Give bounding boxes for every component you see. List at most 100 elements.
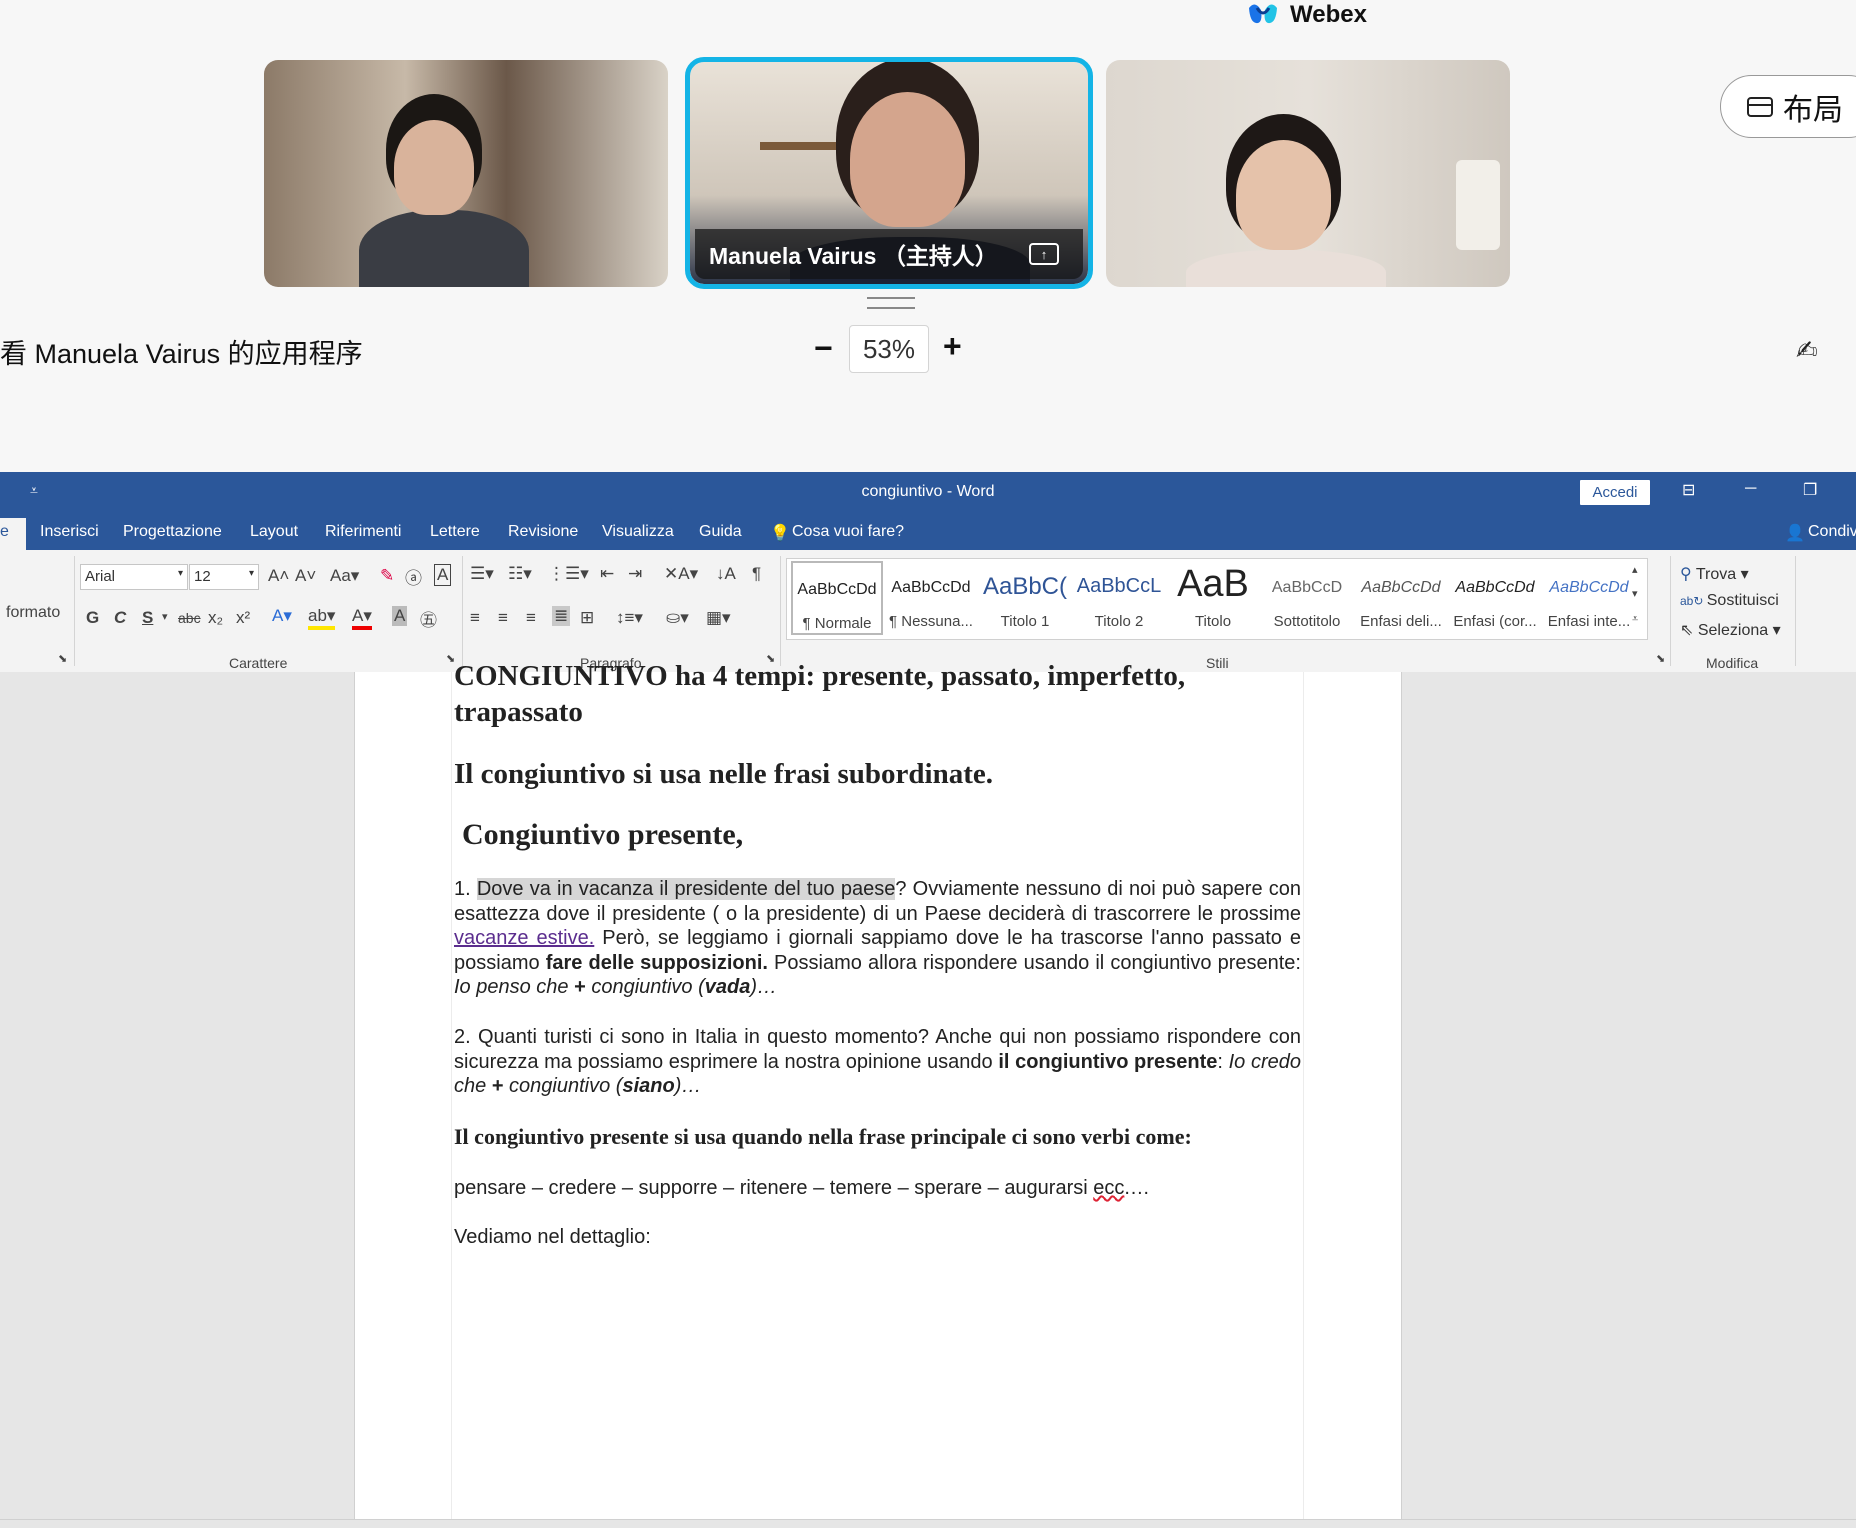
subscript-icon[interactable]: x₂ bbox=[208, 608, 223, 628]
video-tile-participant-1[interactable] bbox=[264, 60, 668, 287]
tab-progettazione[interactable]: Progettazione bbox=[123, 523, 222, 541]
style-enfasi-corsivo[interactable]: AaBbCcDd Enfasi (cor... bbox=[1449, 561, 1541, 635]
font-name-field[interactable]: Arial ▾ bbox=[80, 564, 188, 590]
style-normale[interactable]: AaBbCcDd ¶ Normale bbox=[791, 561, 883, 635]
ribbon-display-options-icon[interactable]: ⊟ bbox=[1682, 480, 1695, 500]
tab-visualizza[interactable]: Visualizza bbox=[602, 523, 674, 541]
phonetic-guide-icon[interactable]: ⓐ bbox=[405, 564, 422, 589]
heading-tempi: CONGIUNTIVO ha 4 tempi: presente, passat… bbox=[454, 658, 1254, 730]
asian-layout-icon[interactable]: ✕A▾ bbox=[664, 564, 698, 584]
shrink-font-icon[interactable]: A˅ bbox=[295, 566, 316, 586]
style-enfasi-delicata[interactable]: AaBbCcDd Enfasi deli... bbox=[1355, 561, 1447, 635]
superscript-icon[interactable]: x² bbox=[236, 608, 250, 628]
video-tile-host[interactable]: Manuela Vairus （主持人） ↑ bbox=[685, 57, 1093, 289]
style-titolo-2[interactable]: AaBbCcL Titolo 2 bbox=[1073, 561, 1165, 635]
tab-revisione[interactable]: Revisione bbox=[508, 523, 578, 541]
italic-text-run: congiuntivo ( bbox=[585, 976, 705, 999]
share-person-icon: 👤 bbox=[1785, 525, 1805, 542]
sharing-app-label: 看 Manuela Vairus 的应用程序 bbox=[0, 339, 363, 369]
change-case-icon[interactable]: Aa▾ bbox=[330, 566, 359, 586]
participant-3-face bbox=[1236, 140, 1331, 250]
participant-1-face bbox=[394, 120, 474, 215]
group-separator bbox=[780, 556, 781, 666]
highlight-color-icon[interactable]: ab▾ bbox=[308, 606, 336, 630]
styles-scroll-down-icon[interactable]: ▾ bbox=[1632, 587, 1638, 600]
select-button[interactable]: ⇖ Seleziona ▾ bbox=[1680, 620, 1781, 640]
shading-icon[interactable]: ⛀▾ bbox=[666, 608, 689, 628]
share-button[interactable]: Condiv bbox=[1808, 523, 1856, 541]
tell-me-search[interactable]: Cosa vuoi fare? bbox=[792, 523, 904, 541]
clipboard-launcher-icon[interactable]: ⬊ bbox=[58, 652, 67, 665]
tab-inserisci[interactable]: Inserisci bbox=[40, 523, 99, 541]
align-left-icon[interactable]: ≡ bbox=[470, 608, 480, 628]
styles-scroll-up-icon[interactable]: ▴ bbox=[1632, 563, 1638, 576]
increase-indent-icon[interactable]: ⇥ bbox=[628, 564, 642, 584]
styles-dialog-launcher-icon[interactable]: ⬊ bbox=[1656, 652, 1665, 665]
zoom-in-button[interactable]: + bbox=[943, 328, 962, 365]
zoom-level-field[interactable]: 53% bbox=[849, 325, 929, 373]
document-canvas[interactable]: CONGIUNTIVO ha 4 tempi: presente, passat… bbox=[0, 660, 1856, 1528]
participant-3-figure bbox=[1186, 250, 1386, 287]
borders-icon[interactable]: ▦▾ bbox=[706, 608, 731, 628]
line-spacing-icon[interactable]: ↕≡▾ bbox=[616, 608, 643, 628]
annotate-pen-icon[interactable]: ✍ bbox=[1796, 335, 1818, 366]
layout-button[interactable]: 布局 bbox=[1720, 75, 1856, 138]
video-tile-participant-3[interactable] bbox=[1106, 60, 1510, 287]
style-titolo-1[interactable]: AaBbC( Titolo 1 bbox=[979, 561, 1071, 635]
text-effects-icon[interactable]: A▾ bbox=[272, 606, 292, 626]
style-sottotitolo[interactable]: AaBbCcD Sottotitolo bbox=[1261, 561, 1353, 635]
tab-riferimenti[interactable]: Riferimenti bbox=[325, 523, 401, 541]
align-right-icon[interactable]: ≡ bbox=[526, 608, 536, 628]
style-name: ¶ Normale bbox=[802, 615, 872, 632]
strikethrough-icon[interactable]: abc bbox=[178, 610, 201, 626]
document-page[interactable]: CONGIUNTIVO ha 4 tempi: presente, passat… bbox=[354, 660, 1402, 1528]
chevron-down-icon[interactable]: ▾ bbox=[162, 610, 168, 623]
minimize-icon[interactable]: ─ bbox=[1745, 480, 1756, 498]
bullets-icon[interactable]: ☰▾ bbox=[470, 564, 494, 584]
numbering-icon[interactable]: ☷▾ bbox=[508, 564, 532, 584]
replace-button[interactable]: ab↻ Sostituisci bbox=[1680, 592, 1779, 610]
format-painter-label[interactable]: formato bbox=[6, 604, 60, 622]
decrease-indent-icon[interactable]: ⇤ bbox=[600, 564, 614, 584]
font-color-icon[interactable]: A▾ bbox=[352, 606, 372, 630]
sort-icon[interactable]: ↓A bbox=[716, 564, 736, 584]
hyperlink-vacanze-estive[interactable]: vacanze estive. bbox=[454, 927, 594, 949]
style-nessuna[interactable]: AaBbCcDd ¶ Nessuna... bbox=[885, 561, 977, 635]
tab-layout[interactable]: Layout bbox=[250, 523, 298, 541]
align-center-icon[interactable]: ≡ bbox=[498, 608, 508, 628]
character-border-icon[interactable]: A bbox=[434, 564, 452, 586]
multilevel-list-icon[interactable]: ⋮☰▾ bbox=[548, 564, 589, 584]
restore-icon[interactable]: ❐ bbox=[1803, 480, 1817, 500]
justify-icon[interactable]: ≣ bbox=[552, 606, 571, 626]
bold-button[interactable]: G bbox=[86, 608, 99, 628]
filmstrip-resize-handle[interactable] bbox=[867, 297, 915, 309]
styles-more-icon[interactable]: ⩡ bbox=[1632, 613, 1638, 626]
zoom-out-button[interactable]: − bbox=[814, 330, 833, 367]
cursor-arrow-icon: ⇖ bbox=[1680, 622, 1698, 639]
distributed-icon[interactable]: ⊞ bbox=[580, 608, 594, 628]
italic-button[interactable]: C bbox=[114, 608, 126, 628]
replace-icon: ab↻ bbox=[1680, 594, 1707, 608]
show-marks-icon[interactable]: ¶ bbox=[752, 564, 761, 584]
find-button[interactable]: ⚲ Trova ▾ bbox=[1680, 564, 1749, 584]
character-shading-icon[interactable]: A bbox=[392, 606, 408, 626]
heading-tempi-line2: trapassato bbox=[454, 696, 583, 728]
clear-formatting-icon[interactable]: ✎ bbox=[380, 566, 394, 586]
tab-lettere[interactable]: Lettere bbox=[430, 523, 480, 541]
style-enfasi-intensa[interactable]: AaBbCcDd Enfasi inte... bbox=[1543, 561, 1635, 635]
grow-font-icon[interactable]: A˄ bbox=[268, 566, 289, 586]
enclose-characters-icon[interactable]: ㊄ bbox=[420, 606, 437, 631]
heading-tempi-line1: CONGIUNTIVO ha 4 tempi: presente, passat… bbox=[454, 660, 1186, 692]
shared-word-window: ⩡ congiuntivo - Word Accedi ⊟ ─ ❐ e Inse… bbox=[0, 472, 1856, 1528]
underline-button[interactable]: S bbox=[142, 608, 153, 628]
style-titolo[interactable]: AaB Titolo bbox=[1167, 561, 1259, 635]
font-size-field[interactable]: 12 ▾ bbox=[189, 564, 259, 590]
spellcheck-flagged-word[interactable]: ecc bbox=[1093, 1177, 1124, 1199]
sign-in-button[interactable]: Accedi bbox=[1580, 480, 1650, 505]
heading-subordinate: Il congiuntivo si usa nelle frasi subord… bbox=[454, 758, 993, 790]
style-preview: AaB bbox=[1177, 563, 1249, 605]
tab-home-partial[interactable]: e bbox=[0, 518, 26, 550]
selected-text[interactable]: Dove va in vacanza il presidente del tuo… bbox=[476, 878, 896, 900]
host-name-bar: Manuela Vairus （主持人） ↑ bbox=[695, 229, 1083, 279]
tab-guida[interactable]: Guida bbox=[699, 523, 742, 541]
